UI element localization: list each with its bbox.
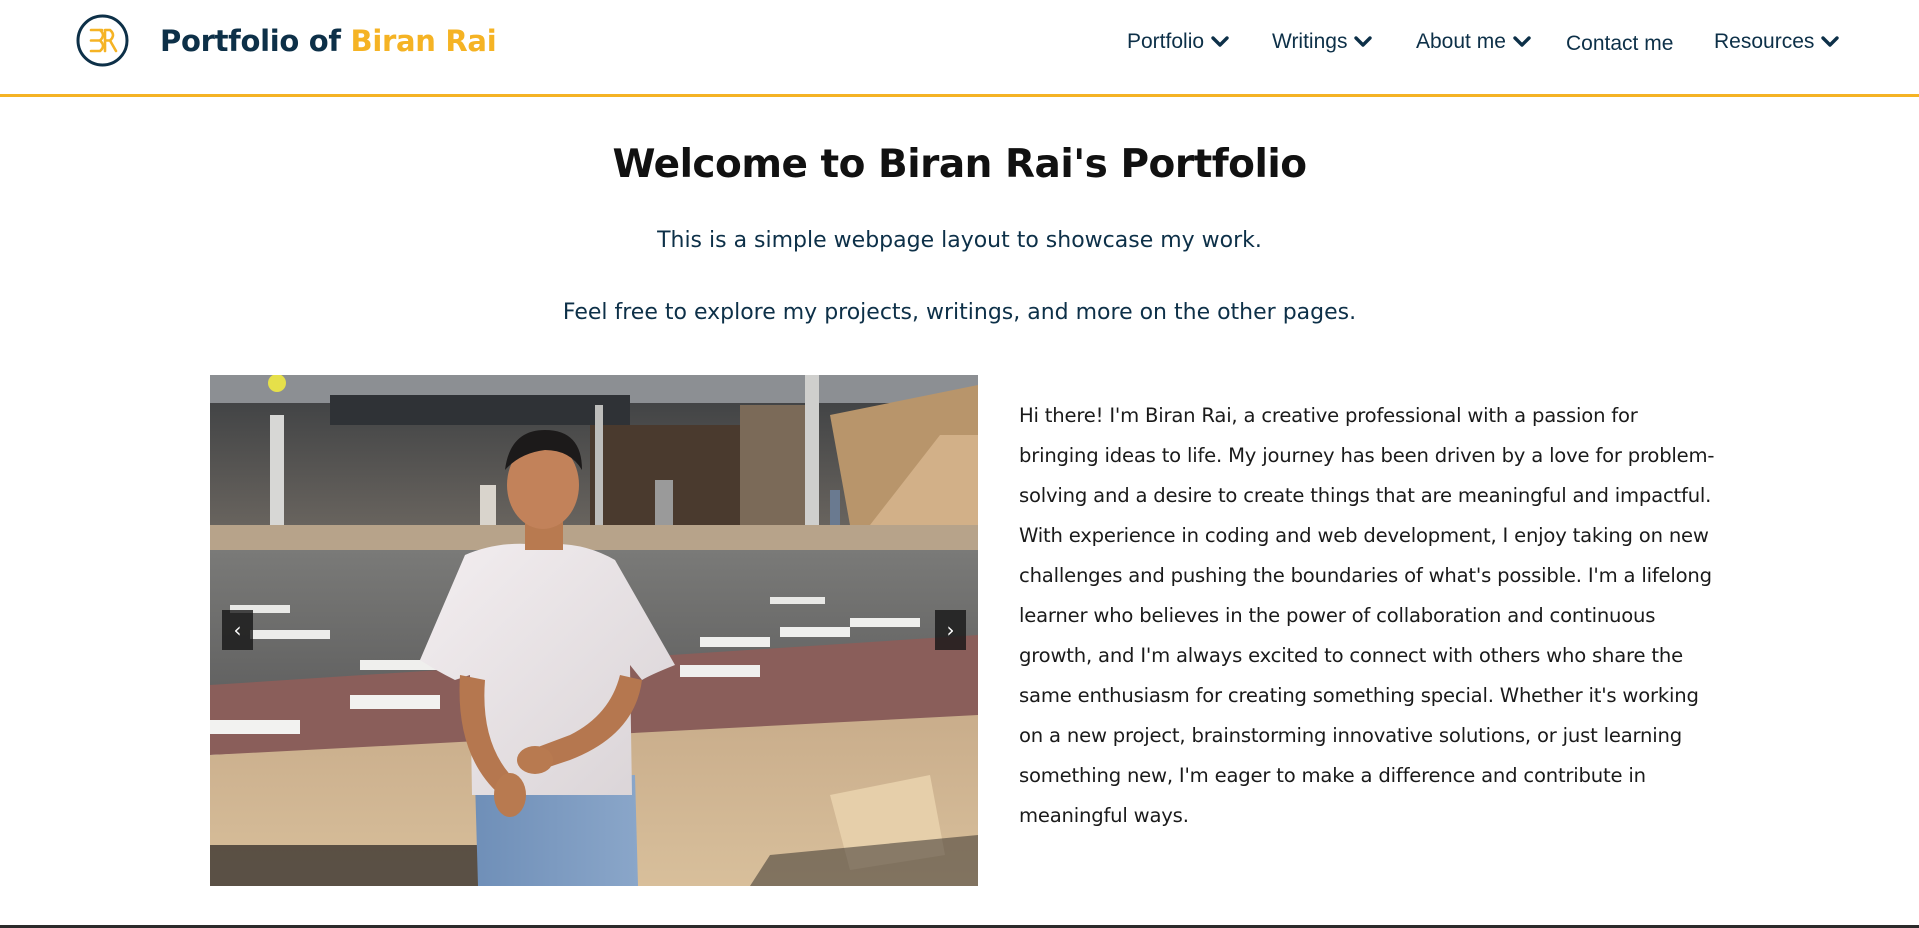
intro-text: Feel free to explore my projects, writin… xyxy=(562,300,1357,325)
nav-item-writings[interactable]: Writings xyxy=(1272,30,1373,54)
carousel-next-button[interactable]: › xyxy=(935,610,966,650)
intro-text: This is a simple webpage layout to showc… xyxy=(657,228,1262,253)
nav-item-label: About me xyxy=(1416,30,1506,53)
main-nav: Portfolio Writings About me Contact me R… xyxy=(0,30,1919,60)
nav-item-label: Writings xyxy=(1272,30,1348,53)
site-header: Portfolio of Biran Rai Portfolio Writing… xyxy=(0,0,1919,97)
chevron-down-icon xyxy=(1821,36,1840,47)
image-carousel[interactable]: ‹ › xyxy=(210,375,978,886)
profile-photo xyxy=(210,375,978,886)
page-title: Welcome to Biran Rai's Portfolio xyxy=(612,142,1307,187)
chevron-down-icon xyxy=(1354,36,1373,47)
nav-item-label: Portfolio xyxy=(1127,30,1205,53)
nav-item-about-me[interactable]: About me xyxy=(1416,30,1532,54)
nav-item-contact-me[interactable]: Contact me xyxy=(1566,32,1673,56)
bio-text: Hi there! I'm Biran Rai, a creative prof… xyxy=(1019,404,1715,827)
nav-item-resources[interactable]: Resources xyxy=(1714,30,1840,54)
chevron-down-icon xyxy=(1513,36,1531,47)
nav-item-label: Contact me xyxy=(1566,32,1674,55)
carousel-prev-button[interactable]: ‹ xyxy=(222,610,253,650)
chevron-down-icon xyxy=(1211,36,1229,47)
nav-item-label: Resources xyxy=(1714,30,1815,53)
nav-item-portfolio[interactable]: Portfolio xyxy=(1127,30,1230,54)
